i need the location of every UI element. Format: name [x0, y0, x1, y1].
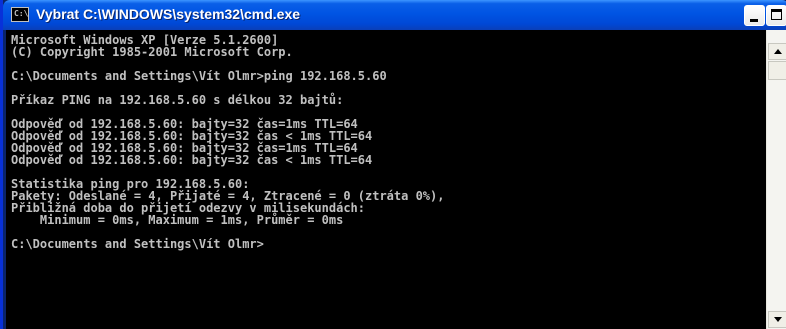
- console-line: Minimum = 0ms, Maximum = 1ms, Průměr = 0…: [11, 213, 344, 227]
- console-line: C:\Documents and Settings\Vít Olmr>: [11, 237, 264, 251]
- console-line: C:\Documents and Settings\Vít Olmr>ping …: [11, 69, 387, 83]
- minimize-button[interactable]: [744, 5, 765, 26]
- app-icon-text: C:\: [14, 9, 29, 18]
- arrow-up-icon: [774, 49, 782, 54]
- vertical-scrollbar[interactable]: [766, 30, 786, 329]
- arrow-down-icon: [774, 317, 782, 322]
- console-text: Microsoft Windows XP [Verze 5.1.2600] (C)…: [6, 30, 766, 250]
- scroll-up-button[interactable]: [768, 43, 786, 60]
- scroll-down-button[interactable]: [768, 311, 786, 328]
- cmd-window: C:\ Vybrat C:\WINDOWS\system32\cmd.exe M…: [0, 0, 786, 329]
- title-bar[interactable]: C:\ Vybrat C:\WINDOWS\system32\cmd.exe: [3, 0, 786, 30]
- window-title: Vybrat C:\WINDOWS\system32\cmd.exe: [36, 6, 301, 22]
- maximize-button[interactable]: [766, 5, 786, 26]
- console-output[interactable]: Microsoft Windows XP [Verze 5.1.2600] (C)…: [6, 30, 766, 329]
- console-line: Odpověď od 192.168.5.60: bajty=32 čas < …: [11, 153, 373, 167]
- minimize-icon: [750, 19, 758, 22]
- scroll-thumb[interactable]: [768, 61, 786, 80]
- console-line: (C) Copyright 1985-2001 Microsoft Corp.: [11, 45, 293, 59]
- maximize-icon: [771, 9, 782, 20]
- console-line: Příkaz PING na 192.168.5.60 s délkou 32 …: [11, 93, 344, 107]
- cmd-console-icon[interactable]: C:\: [11, 7, 29, 22]
